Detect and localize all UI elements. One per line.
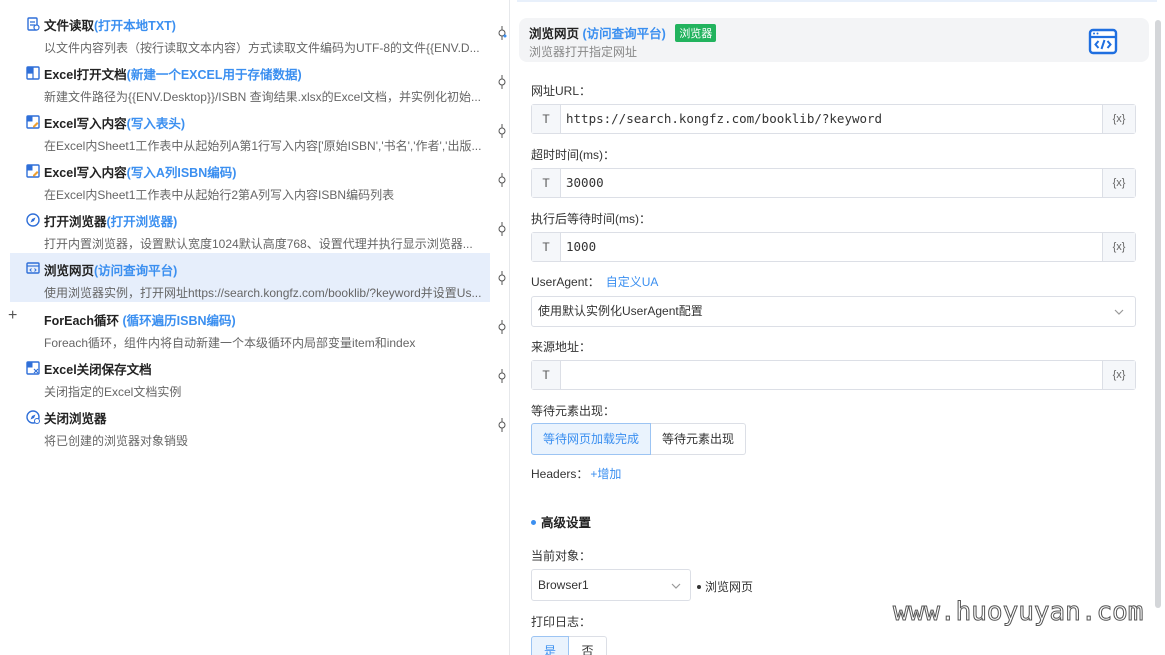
excel-write-icon <box>26 115 40 129</box>
log-toggle: 是 否 <box>531 636 607 655</box>
step-item-excel-close[interactable]: Excel关闭保存文档 关闭指定的Excel文档实例 <box>10 355 490 404</box>
excel-close-icon <box>26 361 40 375</box>
timeout-value[interactable]: 30000 <box>566 169 604 197</box>
connector-icon[interactable] <box>497 75 507 89</box>
advanced-section-title[interactable]: 高级设置 <box>531 512 591 531</box>
variable-button[interactable]: {x} <box>1102 233 1135 261</box>
text-type-toggle[interactable]: T <box>532 233 561 261</box>
connector-icon[interactable] <box>497 26 507 40</box>
appear-mode-toggle: 等待网页加载完成 等待元素出现 <box>531 423 747 455</box>
panel-splitter[interactable] <box>509 0 510 655</box>
browser-icon <box>26 261 40 275</box>
component-desc: 浏览器打开指定网址 <box>529 45 638 59</box>
chevron-down-icon <box>670 580 682 592</box>
referer-field[interactable]: T {x} <box>531 360 1136 390</box>
connector-icon[interactable] <box>497 222 507 236</box>
category-tag: 浏览器 <box>675 24 717 42</box>
app-root: 文件读取(打开本地TXT) 以文件内容列表（按行读取文本内容）方式读取文件编码为… <box>0 0 1165 655</box>
add-header-link[interactable]: +增加 <box>590 467 621 481</box>
object-label: 当前对象： <box>531 549 592 563</box>
wait-value[interactable]: 1000 <box>566 233 596 261</box>
compass-icon <box>26 213 40 227</box>
step-desc: 新建文件路径为{{ENV.Desktop}}/ISBN 查询结果.xlsx的Ex… <box>44 90 481 104</box>
step-desc: 使用浏览器实例，打开网址https://search.kongfz.com/bo… <box>44 286 482 300</box>
step-title: 打开浏览器(打开浏览器) <box>44 215 178 229</box>
url-field[interactable]: T https://search.kongfz.com/booklib/?key… <box>531 104 1136 134</box>
step-desc: 打开内置浏览器，设置默认宽度1024默认高度768、设置代理并执行显示浏览器..… <box>44 237 473 251</box>
step-desc: 将已创建的浏览器对象销毁 <box>44 434 189 448</box>
step-desc: 以文件内容列表（按行读取文本内容）方式读取文件编码为UTF-8的文件{{ENV.… <box>44 41 480 55</box>
divider <box>517 0 1157 2</box>
useragent-select[interactable]: 使用默认实例化UserAgent配置 <box>531 296 1136 327</box>
step-item-foreach[interactable]: + ForEach循环 (循环遍历ISBN编码) Foreach循环，组件内将自… <box>8 306 490 355</box>
step-title: Excel写入内容(写入A列ISBN编码) <box>44 166 237 180</box>
object-value: Browser1 <box>538 578 589 592</box>
connector-icon[interactable] <box>497 271 507 285</box>
headers-label: Headers： +增加 <box>531 467 622 481</box>
step-title: ForEach循环 (循环遍历ISBN编码) <box>44 314 236 328</box>
excel-icon <box>26 66 40 80</box>
step-item-open-browser[interactable]: 打开浏览器(打开浏览器) 打开内置浏览器，设置默认宽度1024默认高度768、设… <box>10 207 490 256</box>
connector-icon[interactable] <box>497 369 507 383</box>
text-type-toggle[interactable]: T <box>532 361 561 389</box>
file-read-icon <box>26 17 40 31</box>
variable-button[interactable]: {x} <box>1102 105 1135 133</box>
step-item-browse-page[interactable]: 浏览网页(访问查询平台) 使用浏览器实例，打开网址https://search.… <box>10 253 490 302</box>
log-yes-option[interactable]: 是 <box>531 636 569 655</box>
step-title: Excel打开文档(新建一个EXCEL用于存储数据) <box>44 68 302 82</box>
variable-button[interactable]: {x} <box>1102 169 1135 197</box>
url-label: 网址URL： <box>531 84 592 98</box>
connector-icon[interactable] <box>497 418 507 432</box>
log-label: 打印日志： <box>531 615 592 629</box>
excel-write-icon <box>26 164 40 178</box>
component-header: 浏览网页 (访问查询平台) 浏览器 浏览器打开指定网址 <box>519 18 1149 62</box>
useragent-value: 使用默认实例化UserAgent配置 <box>538 304 703 318</box>
browser-code-icon <box>1088 28 1118 55</box>
step-title: 文件读取(打开本地TXT) <box>44 19 176 33</box>
step-item-excel-open[interactable]: Excel打开文档(新建一个EXCEL用于存储数据) 新建文件路径为{{ENV.… <box>10 60 490 109</box>
chevron-down-icon <box>1113 306 1125 318</box>
text-type-toggle[interactable]: T <box>532 169 561 197</box>
properties-panel: 浏览网页 (访问查询平台) 浏览器 浏览器打开指定网址 网址URL： T htt… <box>511 0 1165 655</box>
step-desc: 在Excel内Sheet1工作表中从起始行2第A列写入内容ISBN编码列表 <box>44 188 395 202</box>
step-desc: 在Excel内Sheet1工作表中从起始列A第1行写入内容['原始ISBN','… <box>44 139 482 153</box>
flow-step-list: 文件读取(打开本地TXT) 以文件内容列表（按行读取文本内容）方式读取文件编码为… <box>0 0 510 655</box>
step-item-file-read[interactable]: 文件读取(打开本地TXT) 以文件内容列表（按行读取文本内容）方式读取文件编码为… <box>10 11 490 60</box>
text-type-toggle[interactable]: T <box>532 105 561 133</box>
step-item-excel-write-isbn[interactable]: Excel写入内容(写入A列ISBN编码) 在Excel内Sheet1工作表中从… <box>10 158 490 207</box>
step-desc: Foreach循环，组件内将自动新建一个本级循环内局部变量item和index <box>44 336 416 350</box>
connector-icon[interactable] <box>497 124 507 138</box>
connector-icon[interactable] <box>497 320 507 334</box>
step-title: 关闭浏览器 <box>44 412 107 426</box>
browser-close-icon <box>26 410 40 424</box>
step-title: Excel关闭保存文档 <box>44 363 152 377</box>
step-title: Excel写入内容(写入表头) <box>44 117 185 131</box>
step-item-excel-write-header[interactable]: Excel写入内容(写入表头) 在Excel内Sheet1工作表中从起始列A第1… <box>10 109 490 158</box>
timeout-field[interactable]: T 30000 {x} <box>531 168 1136 198</box>
referer-label: 来源地址： <box>531 340 592 354</box>
object-select[interactable]: Browser1 <box>531 569 691 601</box>
custom-ua-link[interactable]: 自定义UA <box>606 275 659 289</box>
wait-page-load-option[interactable]: 等待网页加载完成 <box>531 423 652 455</box>
timeout-label: 超时时间(ms)： <box>531 148 615 162</box>
step-title: 浏览网页(访问查询平台) <box>44 264 178 278</box>
component-title: 浏览网页 (访问查询平台) 浏览器 <box>529 23 717 42</box>
connector-icon[interactable] <box>497 173 507 187</box>
wait-field[interactable]: T 1000 {x} <box>531 232 1136 262</box>
url-value[interactable]: https://search.kongfz.com/booklib/?keywo… <box>566 105 882 133</box>
useragent-label: UserAgent： 自定义UA <box>531 275 659 289</box>
object-note: 浏览网页 <box>697 578 753 595</box>
expand-icon[interactable]: + <box>8 308 17 324</box>
appear-label: 等待元素出现： <box>531 404 616 418</box>
wait-label: 执行后等待时间(ms)： <box>531 212 651 226</box>
scrollbar[interactable] <box>1155 20 1161 608</box>
step-item-close-browser[interactable]: 关闭浏览器 将已创建的浏览器对象销毁 <box>10 404 490 453</box>
wait-element-option[interactable]: 等待元素出现 <box>651 423 747 455</box>
watermark-text: www.huoyuyan.com <box>892 597 1144 628</box>
variable-button[interactable]: {x} <box>1102 361 1135 389</box>
step-desc: 关闭指定的Excel文档实例 <box>44 385 182 399</box>
log-no-option[interactable]: 否 <box>569 636 607 655</box>
